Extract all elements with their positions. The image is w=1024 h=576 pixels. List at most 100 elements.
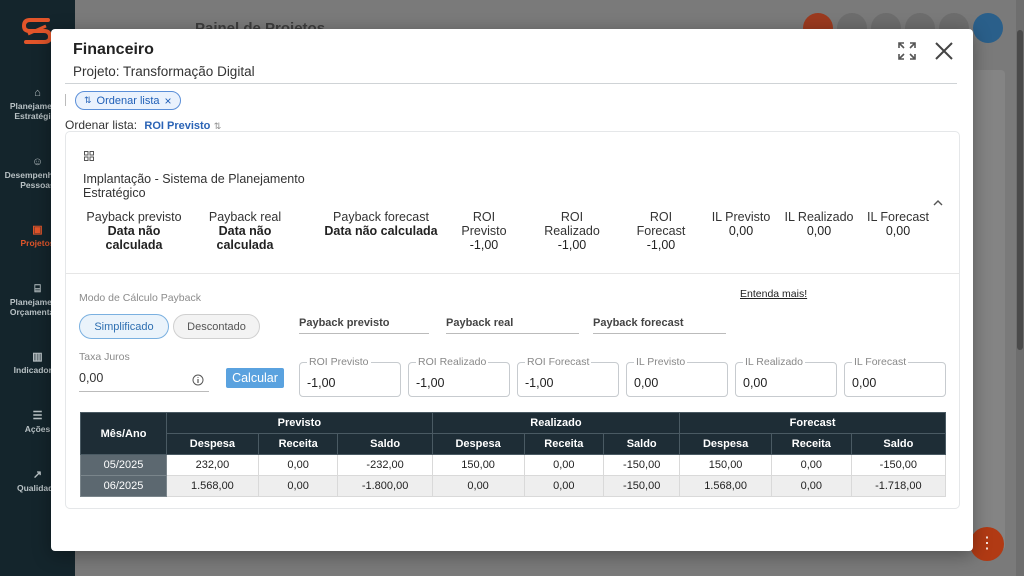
- column-header: Despesa: [679, 433, 773, 455]
- metric-il-forecast: IL Forecast 0,00: [863, 210, 933, 238]
- metric-label: Payback previsto: [86, 210, 182, 224]
- chevron-up-icon[interactable]: [932, 198, 944, 208]
- sort-direction-icon[interactable]: ⇅: [214, 121, 222, 131]
- table-cell: 0,00: [523, 454, 605, 476]
- metric-value: -1,00: [646, 238, 676, 252]
- column-header: Saldo: [603, 433, 681, 455]
- expand-icon[interactable]: [897, 41, 917, 61]
- project-card-header[interactable]: Implantação - Sistema de Planejamento Es…: [66, 132, 959, 274]
- table-cell: 232,00: [166, 454, 259, 476]
- table-cell: 0,00: [771, 454, 852, 476]
- metric-roi-previsto: ROI Previsto -1,00: [450, 210, 518, 252]
- mode-simplificado-button[interactable]: Simplificado: [79, 314, 169, 339]
- metric-payback-previsto: Payback previsto Data não calculada: [82, 210, 186, 252]
- roi-forecast-field[interactable]: ROI Forecast -1,00: [517, 356, 619, 397]
- metric-il-previsto: IL Previsto 0,00: [711, 210, 771, 238]
- column-header: Saldo: [337, 433, 433, 455]
- table-cell: -150,00: [850, 454, 947, 476]
- table-cell: 1.568,00: [679, 475, 773, 497]
- metric-roi-forecast: ROI Forecast -1,00: [626, 210, 696, 252]
- metric-payback-real: Payback real Data não calculada: [202, 210, 288, 252]
- roi-realizado-field[interactable]: ROI Realizado -1,00: [408, 356, 510, 397]
- more-options-fab[interactable]: ⋮: [970, 527, 1004, 561]
- metric-value: 0,00: [728, 224, 754, 238]
- column-header: Saldo: [850, 433, 947, 455]
- financial-table: Mês/Ano Previsto Realizado Forecast Desp…: [80, 412, 947, 497]
- roi-previsto-field[interactable]: ROI Previsto -1,00: [299, 356, 401, 397]
- il-realizado-field[interactable]: IL Realizado 0,00: [735, 356, 837, 397]
- page-scrollbar[interactable]: [1016, 0, 1024, 576]
- modal-subtitle: Projeto: Transformação Digital: [73, 64, 255, 79]
- table-row: 05/2025 232,00 0,00 -232,00 150,00 0,00 …: [80, 454, 947, 476]
- payback-mode-label: Modo de Cálculo Payback: [79, 292, 201, 304]
- calculate-button[interactable]: Calcular: [226, 368, 284, 388]
- app-logo: [21, 18, 53, 44]
- month-cell: 06/2025: [80, 475, 167, 497]
- info-icon[interactable]: [192, 374, 204, 386]
- field-label: ROI Previsto: [307, 356, 371, 368]
- metric-value: 0,00: [885, 224, 911, 238]
- modal-title: Financeiro: [73, 41, 154, 58]
- table-cell: 0,00: [523, 475, 605, 497]
- field-label: IL Realizado: [743, 356, 805, 368]
- field-value: 0,00: [634, 376, 659, 390]
- interest-label: Taxa Juros: [79, 351, 130, 363]
- financeiro-modal: Financeiro Projeto: Transformação Digita…: [51, 29, 973, 551]
- field-value: -1,00: [416, 376, 445, 390]
- table-row: 06/2025 1.568,00 0,00 -1.800,00 0,00 0,0…: [80, 475, 947, 497]
- metric-value: -1,00: [557, 238, 587, 252]
- metric-payback-forecast: Payback forecast Data não calculada: [324, 210, 438, 238]
- table-cell: -150,00: [603, 475, 681, 497]
- column-header: Despesa: [431, 433, 525, 455]
- metric-label: ROI Forecast: [636, 210, 686, 238]
- table-cell: 0,00: [257, 475, 339, 497]
- grid-icon: [84, 151, 94, 161]
- field-value: 0,00: [852, 376, 877, 390]
- metric-label: ROI Realizado: [544, 210, 600, 238]
- metric-il-realizado: IL Realizado 0,00: [783, 210, 855, 238]
- table-cell: 150,00: [679, 454, 773, 476]
- group-header-previsto: Previsto: [166, 412, 433, 434]
- learn-more-link[interactable]: Entenda mais!: [740, 288, 807, 300]
- metric-value: 0,00: [806, 224, 832, 238]
- il-previsto-field[interactable]: IL Previsto 0,00: [626, 356, 728, 397]
- field-label: ROI Forecast: [525, 356, 592, 368]
- order-label: Ordenar lista:: [65, 118, 138, 132]
- column-header: Receita: [523, 433, 605, 455]
- interest-input[interactable]: 0,00: [79, 368, 209, 392]
- project-name: Implantação - Sistema de Planejamento Es…: [83, 172, 305, 200]
- modal-divider: [65, 83, 957, 84]
- order-row: Ordenar lista: ROI Previsto ⇅: [65, 118, 221, 132]
- field-value: -1,00: [307, 376, 336, 390]
- project-card: Implantação - Sistema de Planejamento Es…: [65, 131, 960, 509]
- column-header: Despesa: [166, 433, 259, 455]
- metric-value: Data não calculada: [105, 224, 163, 252]
- close-icon[interactable]: [933, 40, 955, 62]
- sort-chip[interactable]: ⇅ Ordenar lista ×: [75, 91, 181, 110]
- filter-button[interactable]: [973, 13, 1003, 43]
- sort-chip-label: Ordenar lista: [96, 94, 160, 107]
- table-cell: -1.800,00: [337, 475, 433, 497]
- metric-label: IL Previsto: [711, 210, 771, 224]
- il-forecast-field[interactable]: IL Forecast 0,00: [844, 356, 946, 397]
- metric-value: Data não calculada: [216, 224, 274, 252]
- field-label: ROI Realizado: [416, 356, 489, 368]
- payback-previsto-field[interactable]: Payback previsto: [299, 317, 429, 334]
- field-value: 0,00: [743, 376, 768, 390]
- field-label: IL Previsto: [634, 356, 688, 368]
- payback-real-field[interactable]: Payback real: [446, 317, 579, 334]
- group-header-forecast: Forecast: [679, 412, 946, 434]
- mode-descontado-button[interactable]: Descontado: [173, 314, 260, 339]
- table-cell: -232,00: [337, 454, 433, 476]
- chip-close-icon[interactable]: ×: [165, 94, 172, 108]
- payback-forecast-field[interactable]: Payback forecast: [593, 317, 726, 334]
- metric-label: ROI Previsto: [461, 210, 507, 238]
- metric-value: Data não calculada: [324, 224, 438, 238]
- metric-value: -1,00: [469, 238, 499, 252]
- metric-label: Payback forecast: [333, 210, 429, 224]
- field-value: -1,00: [525, 376, 554, 390]
- sidebar-item-label: Ações: [24, 424, 51, 434]
- table-cell: 1.568,00: [166, 475, 259, 497]
- scroll-thumb[interactable]: [1017, 30, 1023, 350]
- group-header-realizado: Realizado: [431, 412, 681, 434]
